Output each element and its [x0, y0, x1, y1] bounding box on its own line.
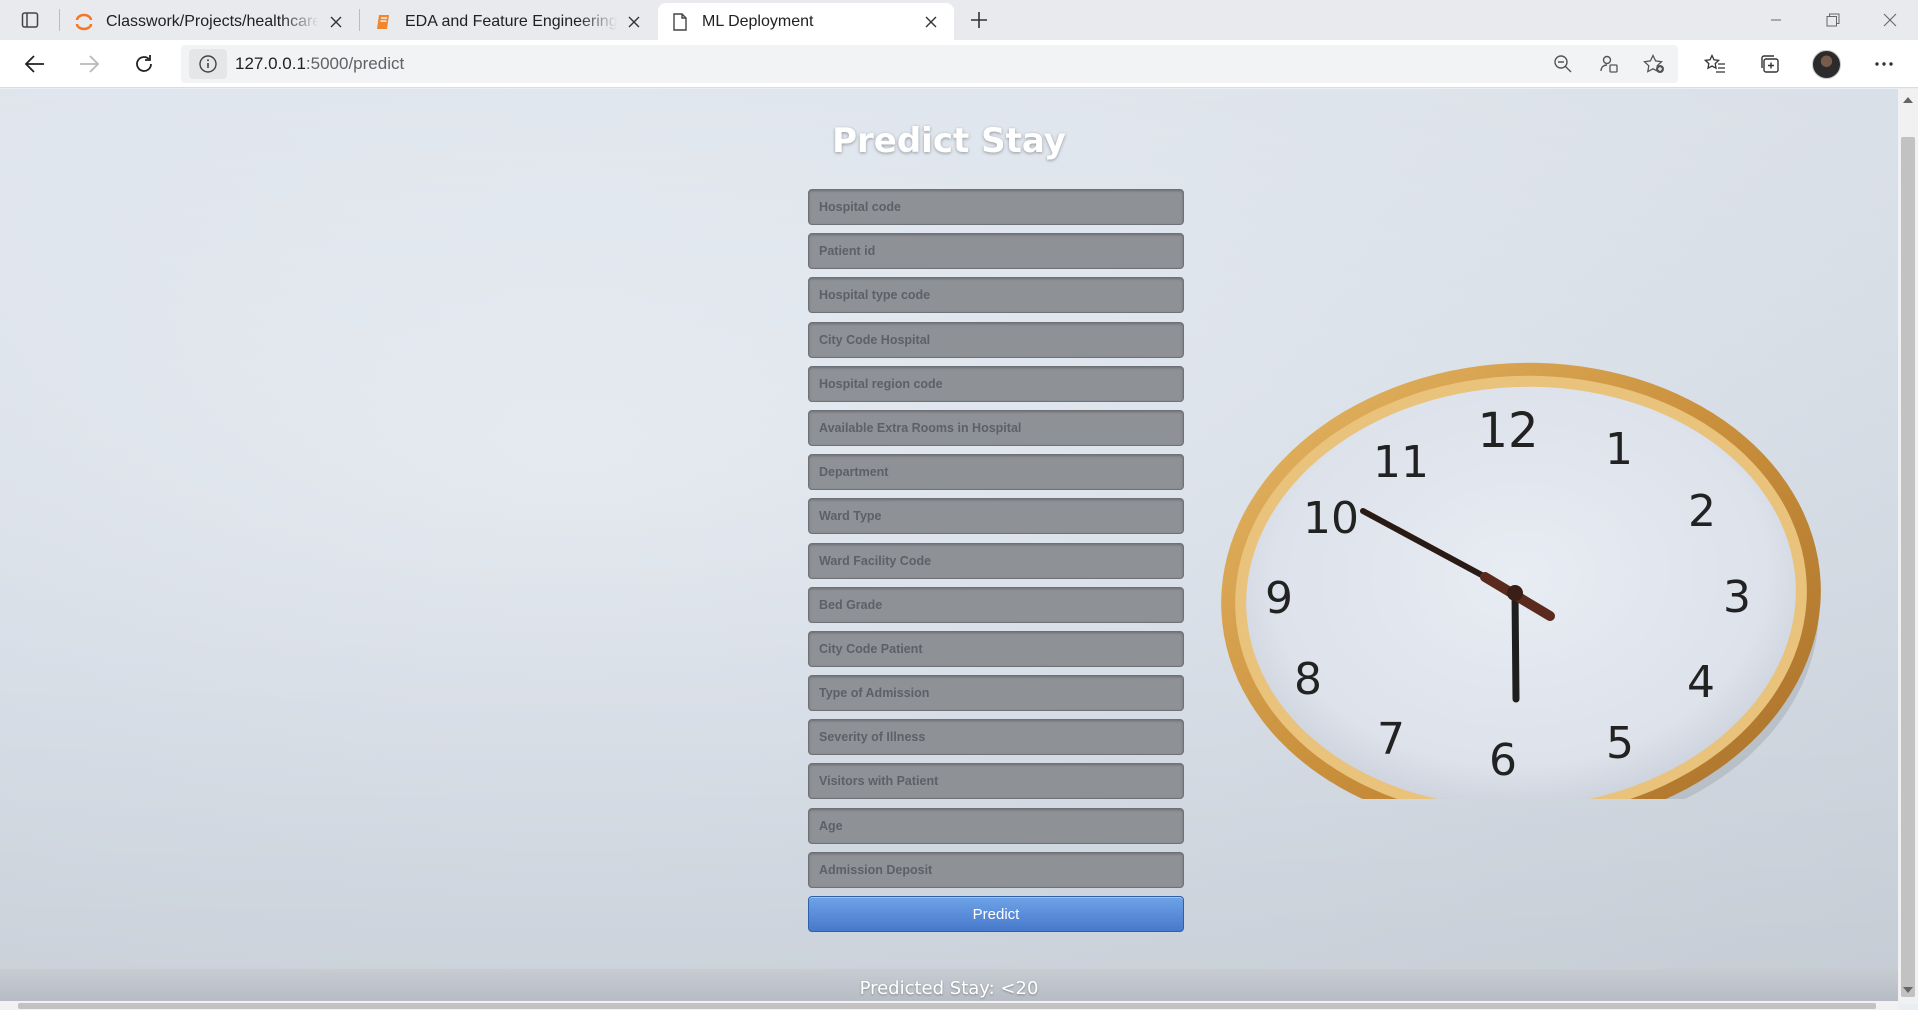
favorites-icon[interactable] [1698, 48, 1732, 80]
ward-facility-code-input[interactable] [808, 542, 1184, 579]
tab-title: EDA and Feature Engineering2 - [405, 12, 617, 30]
tab-separator [59, 9, 60, 31]
url-text[interactable]: 127.0.0.1:5000/predict [235, 54, 404, 74]
bed-grade-input[interactable] [808, 586, 1184, 623]
clock-numeral: 12 [1477, 403, 1538, 459]
clock-numeral: 2 [1688, 486, 1716, 537]
tab-title: ML Deployment [702, 12, 814, 30]
close-window-icon[interactable] [1867, 0, 1913, 40]
url-path: :5000/predict [305, 54, 405, 73]
clock-numeral: 7 [1377, 714, 1405, 765]
horizontal-scrollbar[interactable] [0, 1001, 1898, 1010]
city-code-patient-input[interactable] [808, 630, 1184, 667]
scroll-down-icon[interactable] [1903, 985, 1913, 995]
clock-numeral: 11 [1373, 437, 1429, 488]
clock-numeral: 6 [1489, 735, 1517, 786]
scroll-up-icon[interactable] [1903, 95, 1913, 105]
predict-button[interactable]: Predict [808, 896, 1184, 932]
hospital-region-code-input[interactable] [808, 365, 1184, 402]
page-icon [670, 12, 690, 32]
tab-eda[interactable]: EDA and Feature Engineering2 - [361, 3, 657, 40]
tab-separator [359, 9, 360, 31]
new-tab-button[interactable] [965, 6, 993, 34]
url-host: 127.0.0.1 [235, 54, 306, 73]
browser-toolbar: 127.0.0.1:5000/predict [0, 40, 1918, 88]
page-viewport: 12 1 2 3 4 5 6 7 8 9 10 11 Predict Stay [0, 89, 1898, 1004]
close-tab-icon[interactable] [325, 11, 347, 33]
add-favorite-icon[interactable] [1640, 51, 1668, 77]
tab-title: Classwork/Projects/healthcare/ar [106, 12, 319, 30]
hospital-code-input[interactable] [808, 189, 1184, 225]
collections-icon[interactable] [1753, 48, 1787, 80]
tab-classwork[interactable]: Classwork/Projects/healthcare/ar [62, 3, 359, 40]
ward-type-input[interactable] [808, 498, 1184, 535]
severity-of-illness-input[interactable] [808, 719, 1184, 756]
close-tab-icon[interactable] [623, 11, 645, 33]
hospital-type-code-input[interactable] [808, 277, 1184, 314]
tab-strip: Classwork/Projects/healthcare/ar EDA and… [0, 0, 1918, 40]
tab-actions-icon[interactable] [18, 9, 42, 31]
back-button[interactable] [18, 48, 52, 80]
page-title: Predict Stay [832, 121, 1066, 161]
city-code-hospital-input[interactable] [808, 321, 1184, 358]
predict-form: Predict [808, 189, 1184, 932]
department-input[interactable] [808, 454, 1184, 491]
clock-numeral: 10 [1303, 493, 1359, 544]
forward-button[interactable] [72, 48, 106, 80]
wall-clock-image: 12 1 2 3 4 5 6 7 8 9 10 11 [1221, 362, 1821, 799]
minimize-icon[interactable] [1753, 0, 1799, 40]
clock-numeral: 1 [1605, 424, 1633, 475]
clock-numeral: 3 [1723, 572, 1751, 623]
visitors-with-patient-input[interactable] [808, 763, 1184, 800]
clock-numeral: 5 [1606, 718, 1634, 769]
restore-icon[interactable] [1810, 0, 1856, 40]
notebook-icon [373, 12, 393, 32]
refresh-button[interactable] [127, 48, 161, 80]
available-extra-rooms-input[interactable] [808, 409, 1184, 446]
zoom-out-icon[interactable] [1549, 51, 1577, 77]
site-info-icon[interactable] [189, 49, 227, 79]
jupyter-icon [74, 12, 94, 32]
admission-deposit-input[interactable] [808, 851, 1184, 888]
vertical-scroll-thumb[interactable] [1901, 137, 1915, 997]
type-of-admission-input[interactable] [808, 675, 1184, 712]
profile-avatar[interactable] [1812, 50, 1841, 79]
tab-ml-deployment[interactable]: ML Deployment [658, 3, 954, 40]
clock-hour-hand [1511, 589, 1520, 703]
patient-id-input[interactable] [808, 233, 1184, 270]
close-tab-icon[interactable] [920, 11, 942, 33]
clock-numeral: 9 [1265, 573, 1293, 624]
vertical-scrollbar[interactable] [1898, 89, 1918, 1004]
clock-numeral: 8 [1294, 654, 1322, 705]
clock-numeral: 4 [1687, 657, 1715, 708]
horizontal-scroll-thumb[interactable] [18, 1003, 1876, 1009]
more-options-icon[interactable] [1867, 48, 1901, 80]
address-bar[interactable]: 127.0.0.1:5000/predict [181, 45, 1678, 83]
read-aloud-icon[interactable] [1595, 51, 1623, 77]
age-input[interactable] [808, 807, 1184, 844]
prediction-result: Predicted Stay: <20 [859, 978, 1039, 999]
